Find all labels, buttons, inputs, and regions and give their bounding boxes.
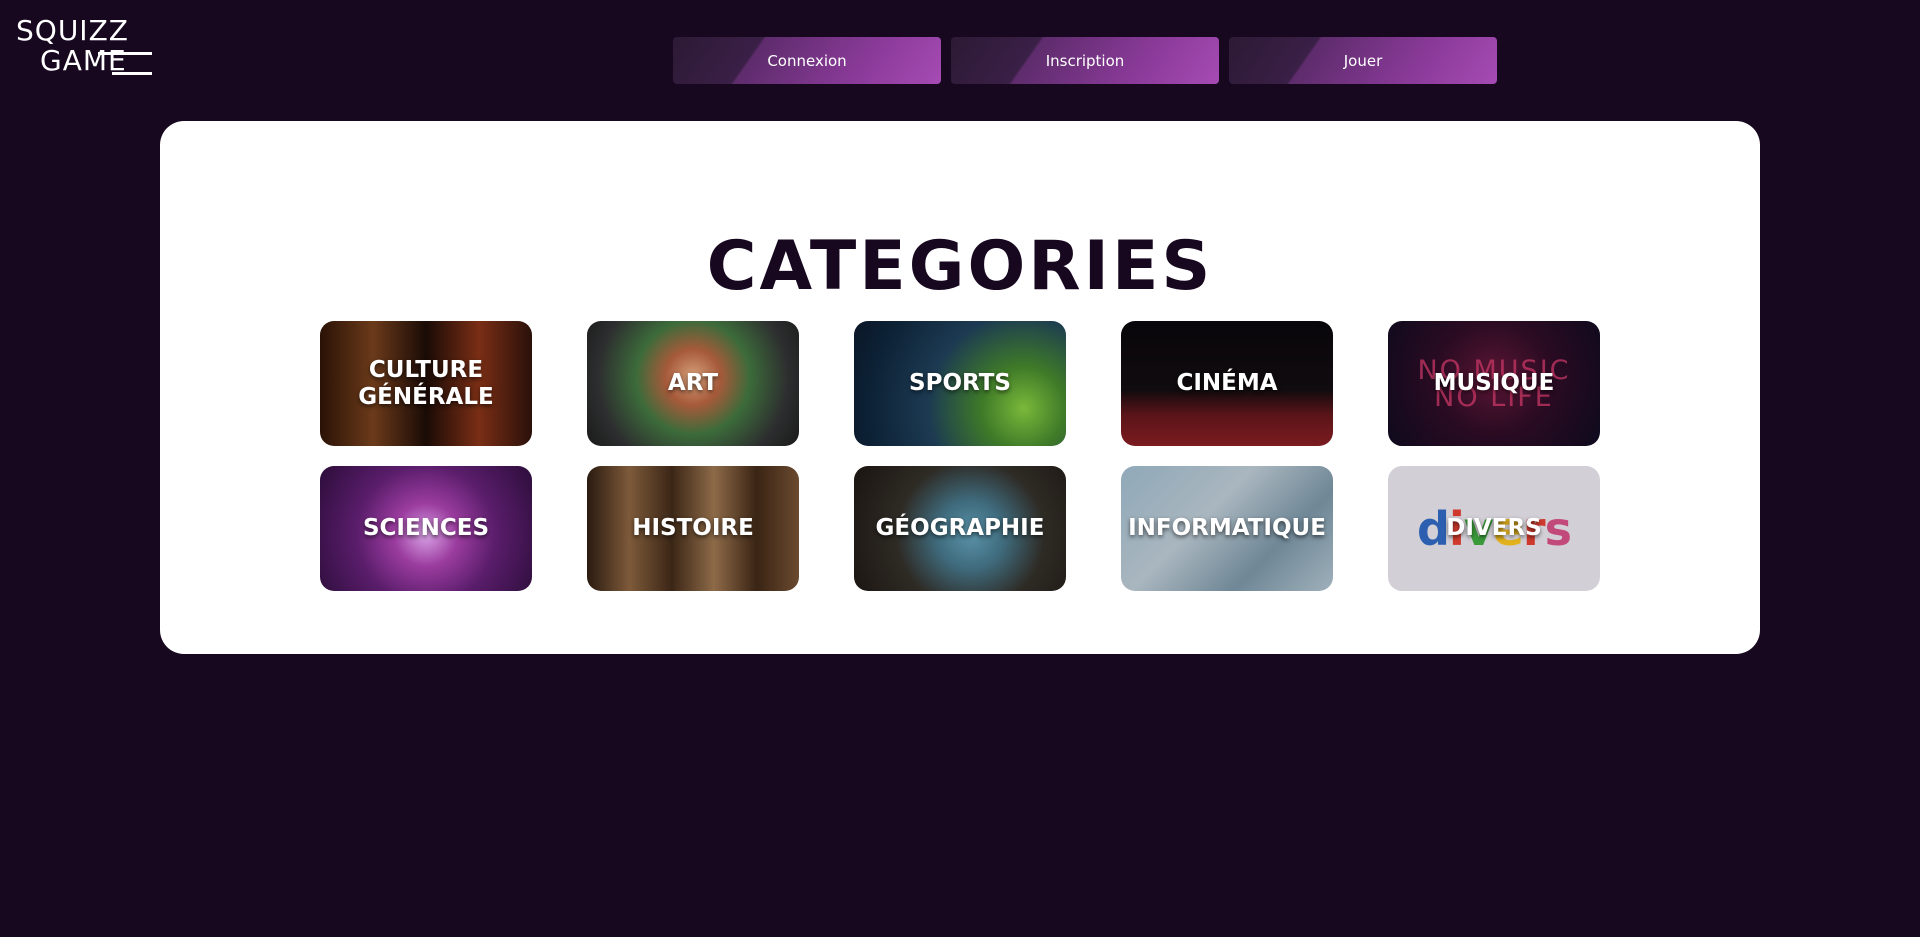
logo-line1: SQUIZZ: [16, 14, 129, 47]
connexion-button[interactable]: Connexion: [673, 37, 941, 84]
jouer-button[interactable]: Jouer: [1229, 37, 1497, 84]
logo-decoration-bar: [98, 52, 152, 55]
inscription-button[interactable]: Inscription: [951, 37, 1219, 84]
category-label: SPORTS: [909, 370, 1011, 397]
categories-panel: CATEGORIES CULTURE GÉNÉRALE ART SPORTS C…: [160, 121, 1760, 654]
squizz-game-logo[interactable]: SQUIZZ GAME: [12, 14, 152, 80]
category-label: CINÉMA: [1176, 370, 1278, 397]
page-title: CATEGORIES: [706, 226, 1214, 306]
category-label: INFORMATIQUE: [1128, 515, 1326, 542]
divers-letter: d: [1417, 501, 1450, 556]
category-card-musique[interactable]: NO MUSIC NO LIFE MUSIQUE: [1388, 321, 1600, 446]
category-label: GÉOGRAPHIE: [875, 515, 1045, 542]
categories-grid: CULTURE GÉNÉRALE ART SPORTS CINÉMA NO MU…: [320, 321, 1600, 591]
top-nav: Connexion Inscription Jouer: [673, 37, 1497, 84]
category-card-sciences[interactable]: SCIENCES: [320, 466, 532, 591]
category-card-histoire[interactable]: HISTOIRE: [587, 466, 799, 591]
category-card-divers[interactable]: divers DIVERS: [1388, 466, 1600, 591]
category-card-art[interactable]: ART: [587, 321, 799, 446]
category-card-cinema[interactable]: CINÉMA: [1121, 321, 1333, 446]
category-card-geographie[interactable]: GÉOGRAPHIE: [854, 466, 1066, 591]
category-label: ART: [667, 370, 719, 397]
category-label: CULTURE GÉNÉRALE: [358, 357, 494, 410]
category-label: DIVERS: [1446, 515, 1542, 542]
category-label: MUSIQUE: [1433, 370, 1555, 397]
logo-decoration-bar: [112, 72, 152, 75]
category-label: HISTOIRE: [632, 515, 754, 542]
category-label: SCIENCES: [362, 515, 490, 542]
category-card-informatique[interactable]: INFORMATIQUE: [1121, 466, 1333, 591]
divers-letter: s: [1544, 501, 1572, 556]
category-card-sports[interactable]: SPORTS: [854, 321, 1066, 446]
category-card-culture-generale[interactable]: CULTURE GÉNÉRALE: [320, 321, 532, 446]
